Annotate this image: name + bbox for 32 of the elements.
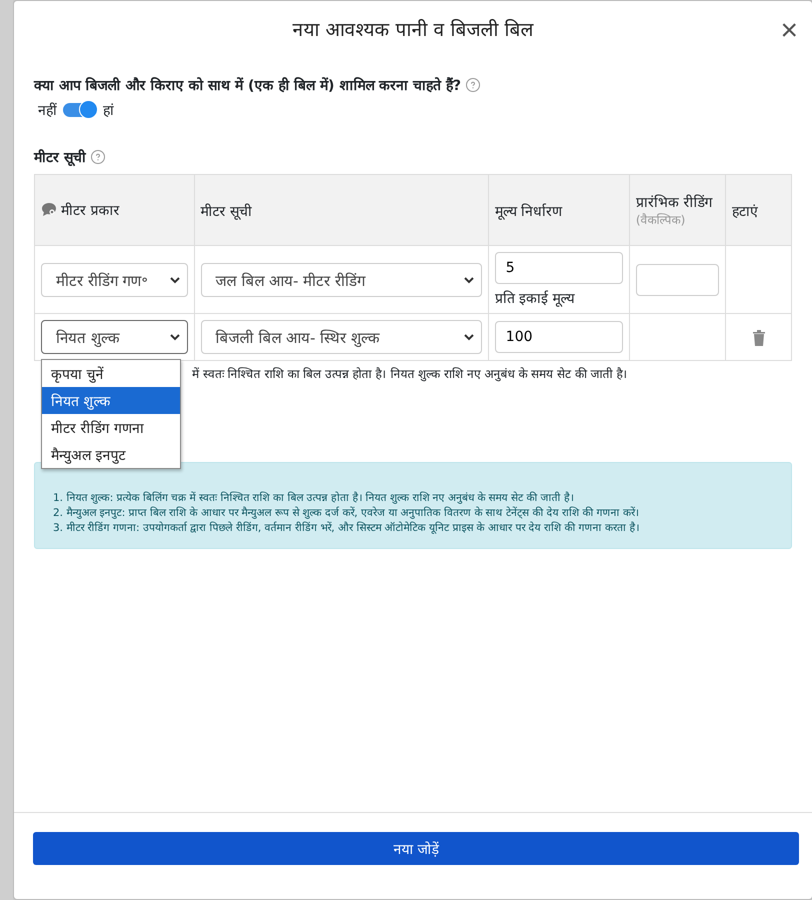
section-title: मीटर सूची [34, 148, 86, 166]
toggle-switch[interactable] [63, 102, 97, 116]
column-header: मीटर प्रकार [34, 174, 194, 246]
close-button[interactable]: × [776, 17, 802, 45]
help-icon [90, 150, 105, 164]
column-header: हटाएं [726, 174, 792, 246]
hint-text: में स्वतः निश्चित राशि का बिल उत्पन्न होता है। नियत शुल्क राशि नए अनुबंध के समय सेट की जाती है। [192, 366, 628, 382]
dropdown-option[interactable]: मीटर रीडिंग गणना [42, 414, 180, 441]
help-icon [466, 78, 480, 92]
toggle-on-label: हां [103, 102, 114, 119]
trash-icon[interactable] [752, 328, 766, 346]
column-header: मूल्य निर्धारण [488, 174, 630, 246]
dropdown-option[interactable]: नियत शुल्क [42, 387, 180, 414]
meter-type-select[interactable]: मीटर रीडिंग गण॰ [41, 262, 188, 296]
column-header: प्रारंभिक रीडिंग (वैकल्पिक) [629, 174, 726, 246]
info-line: 1. नियत शुल्क: प्रत्येक बिलिंग चक्र में स्वतः निश्चित राशि का बिल उत्पन्न होता है। नियत शुल्क राशि नए अनुबंध के समय सेट की जाती है। [53, 491, 575, 506]
add-new-button[interactable]: नया जोड़ें [33, 832, 799, 865]
combine-question: क्या आप बिजली और किराए को साथ में (एक ही बिल में) शामिल करना चाहते हैं? [34, 76, 462, 94]
price-hint: प्रति इकाई मूल्य [494, 290, 576, 307]
dropdown-option[interactable]: कृपया चुनें [42, 360, 180, 387]
toggle-off-label: नहीं [38, 102, 57, 119]
price-input[interactable]: 100 [494, 321, 623, 353]
info-line: 2. मैन्युअल इनपुट: प्राप्त बिल राशि के आधार पर मैन्युअल रूप से शुल्क दर्ज करें, एवरेज या अनुपातिक वितरण के साथ टेनेंट्स की देय राशि की गणना करें। [53, 506, 640, 521]
price-input[interactable]: 5 [494, 252, 623, 284]
dialog-title: नया आवश्यक पानी व बिजली बिल [292, 18, 534, 42]
meter-list-select[interactable]: जल बिल आय- मीटर रीडिंग [200, 262, 482, 296]
meter-type-select[interactable]: नियत शुल्क [41, 320, 188, 354]
info-line: 3. मीटर रीडिंग गणना: उपयोगकर्ता द्वारा पिछले रीडिंग, वर्तमान रीडिंग भरें, और सिस्टम ऑटोमेटिक यूनिट प्राइस के आधार पर देय राशि की गणना करता है। [53, 521, 640, 536]
meter-list-select[interactable]: बिजली बिल आय- स्थिर शुल्क [200, 320, 482, 354]
dropdown-option[interactable]: मैन्युअल इनपुट [42, 441, 180, 468]
column-header: मीटर सूची [194, 174, 488, 246]
reading-input[interactable] [636, 264, 720, 296]
